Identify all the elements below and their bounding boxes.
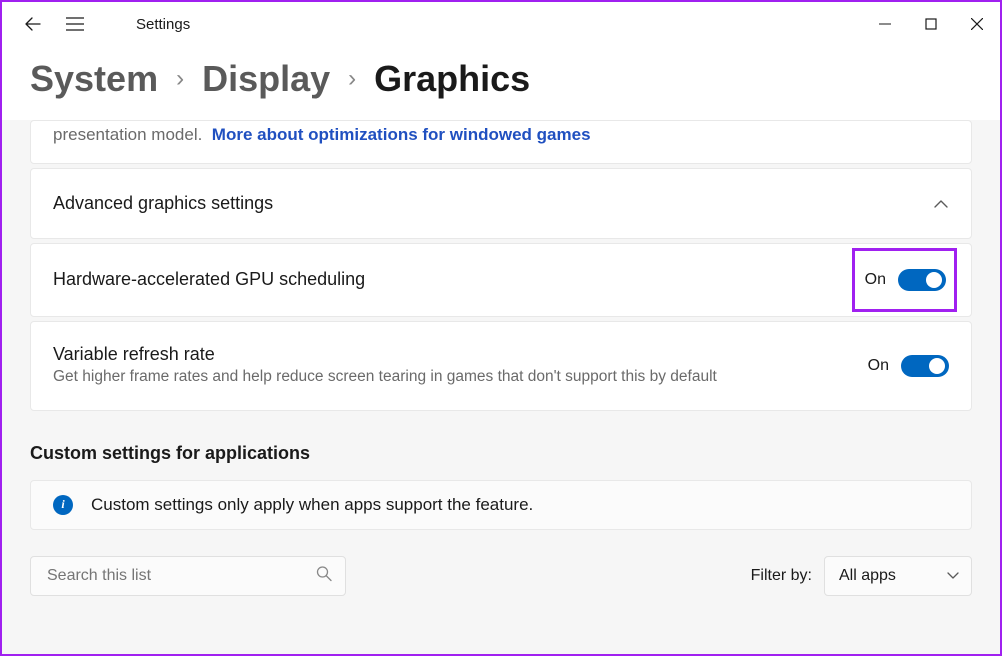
filter-selected: All apps [839,567,896,584]
chevron-right-icon: › [176,65,184,93]
maximize-button[interactable] [908,8,954,40]
filter-row: Filter by: All apps [30,556,972,596]
app-title: Settings [136,16,190,33]
arrow-left-icon [24,15,42,33]
close-icon [971,18,983,30]
gpu-scheduling-title: Hardware-accelerated GPU scheduling [53,269,842,290]
close-button[interactable] [954,8,1000,40]
titlebar: Settings [2,2,1000,46]
filter-label: Filter by: [751,567,812,585]
info-icon: i [53,495,73,515]
vrr-control: On [868,355,949,377]
toggle-knob-icon [926,272,942,288]
content-area: presentation model. More about optimizat… [2,120,1000,596]
info-text: Custom settings only apply when apps sup… [91,495,533,515]
advanced-graphics-title: Advanced graphics settings [53,193,273,214]
minimize-button[interactable] [862,8,908,40]
back-button[interactable] [24,15,42,33]
search-input[interactable] [30,556,346,596]
chevron-down-icon [947,567,959,585]
window-controls [862,8,1000,40]
partial-text: presentation model. [53,125,202,145]
gpu-scheduling-row: Hardware-accelerated GPU scheduling On [30,243,972,317]
info-bar: i Custom settings only apply when apps s… [30,480,972,530]
gpu-toggle-label: On [865,271,886,289]
search-wrapper [30,556,346,596]
breadcrumb-display[interactable]: Display [202,58,330,100]
search-icon [316,565,332,586]
vrr-toggle-label: On [868,357,889,375]
chevron-up-icon [933,199,949,209]
titlebar-left: Settings [2,15,190,33]
filter-dropdown[interactable]: All apps [824,556,972,596]
vrr-desc: Get higher frame rates and help reduce s… [53,367,848,388]
menu-button[interactable] [66,15,84,33]
gpu-toggle-highlight: On [852,248,957,312]
advanced-graphics-header[interactable]: Advanced graphics settings [30,168,972,239]
toggle-knob-icon [929,358,945,374]
partial-card: presentation model. More about optimizat… [30,120,972,164]
breadcrumb-graphics: Graphics [374,58,530,100]
custom-section-title: Custom settings for applications [30,443,972,464]
breadcrumb: System › Display › Graphics [2,46,1000,120]
maximize-icon [925,18,937,30]
more-about-link[interactable]: More about optimizations for windowed ga… [212,125,591,145]
vrr-toggle[interactable] [901,355,949,377]
breadcrumb-system[interactable]: System [30,58,158,100]
vrr-info: Variable refresh rate Get higher frame r… [53,344,868,388]
vrr-title: Variable refresh rate [53,344,848,365]
minimize-icon [879,18,891,30]
vrr-row: Variable refresh rate Get higher frame r… [30,321,972,411]
gpu-toggle[interactable] [898,269,946,291]
hamburger-icon [66,17,84,31]
chevron-right-icon: › [348,65,356,93]
gpu-scheduling-info: Hardware-accelerated GPU scheduling [53,269,862,292]
